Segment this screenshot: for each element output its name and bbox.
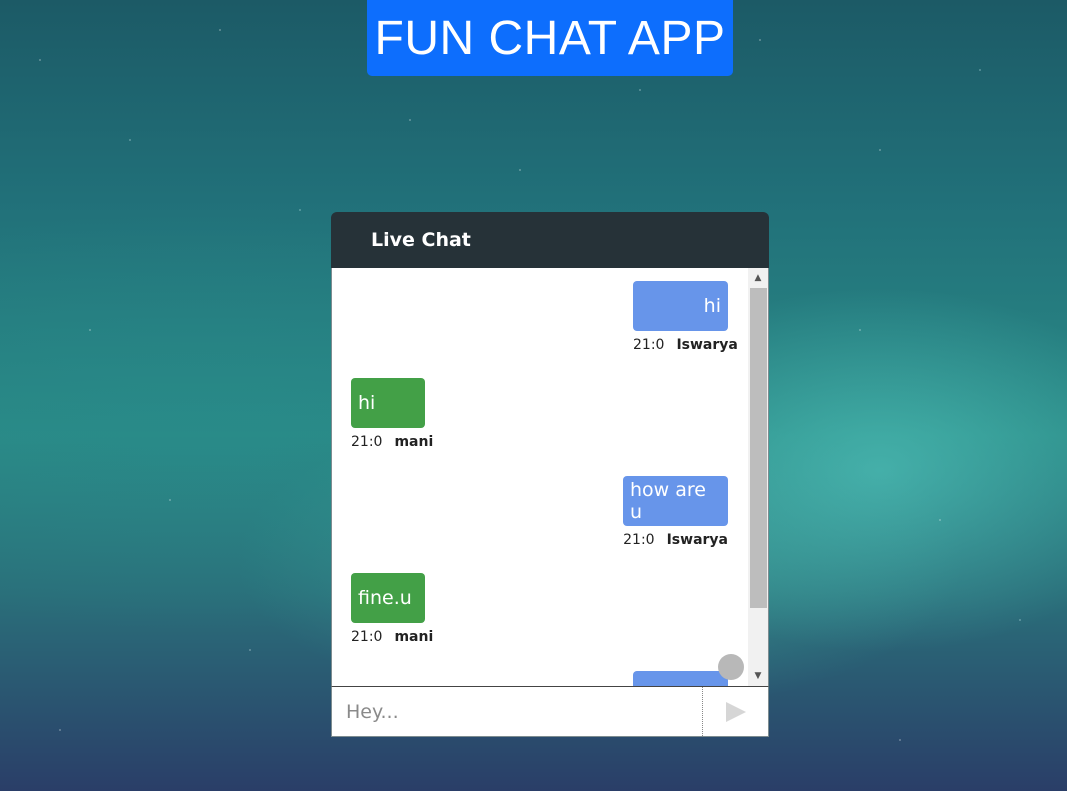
message-meta: 21:0 Iswarya (633, 337, 738, 353)
message-received: fine.u 21:0 mani (351, 573, 433, 645)
message-bubble: how are u (623, 476, 728, 526)
message-bubble: fine.u (351, 573, 425, 623)
message-meta: 21:0 mani (351, 629, 433, 645)
scrollbar-thumb[interactable] (750, 288, 767, 608)
message-time: 21:0 (351, 434, 383, 450)
chat-body[interactable]: hi 21:0 Iswarya hi 21:0 mani how are u 21:… (331, 268, 769, 686)
chat-header-title: Live Chat (371, 229, 471, 251)
message-sent: how are u 21:0 Iswarya (623, 476, 728, 548)
message-user: mani (394, 434, 434, 450)
message-user: Iswarya (676, 337, 738, 353)
message-bubble: hi (351, 378, 425, 428)
message-list[interactable]: hi 21:0 Iswarya hi 21:0 mani how are u 21:… (332, 268, 748, 686)
message-input[interactable] (332, 687, 702, 736)
message-sent: hi 21:0 Iswarya (633, 281, 738, 353)
message-user: Iswarya (666, 532, 728, 548)
scroll-up-arrow-icon[interactable]: ▲ (748, 270, 768, 286)
message-meta: 21:0 mani (351, 434, 433, 450)
chat-panel: Live Chat hi 21:0 Iswarya hi 21:0 mani how… (331, 212, 769, 737)
message-sent-partial (633, 671, 728, 686)
chat-header: Live Chat (331, 212, 769, 268)
app-title: FUN CHAT APP (367, 0, 733, 76)
scroll-indicator[interactable] (718, 654, 744, 680)
message-time: 21:0 (351, 629, 383, 645)
message-bubble (633, 671, 728, 686)
send-button[interactable] (702, 687, 768, 736)
message-received: hi 21:0 mani (351, 378, 433, 450)
scroll-down-arrow-icon[interactable]: ▼ (748, 668, 768, 684)
message-meta: 21:0 Iswarya (623, 532, 728, 548)
message-input-row (331, 686, 769, 737)
scrollbar[interactable]: ▲ ▼ (748, 268, 768, 686)
message-time: 21:0 (633, 337, 665, 353)
message-bubble: hi (633, 281, 728, 331)
send-triangle-icon (725, 701, 746, 722)
message-user: mani (394, 629, 434, 645)
message-time: 21:0 (623, 532, 655, 548)
